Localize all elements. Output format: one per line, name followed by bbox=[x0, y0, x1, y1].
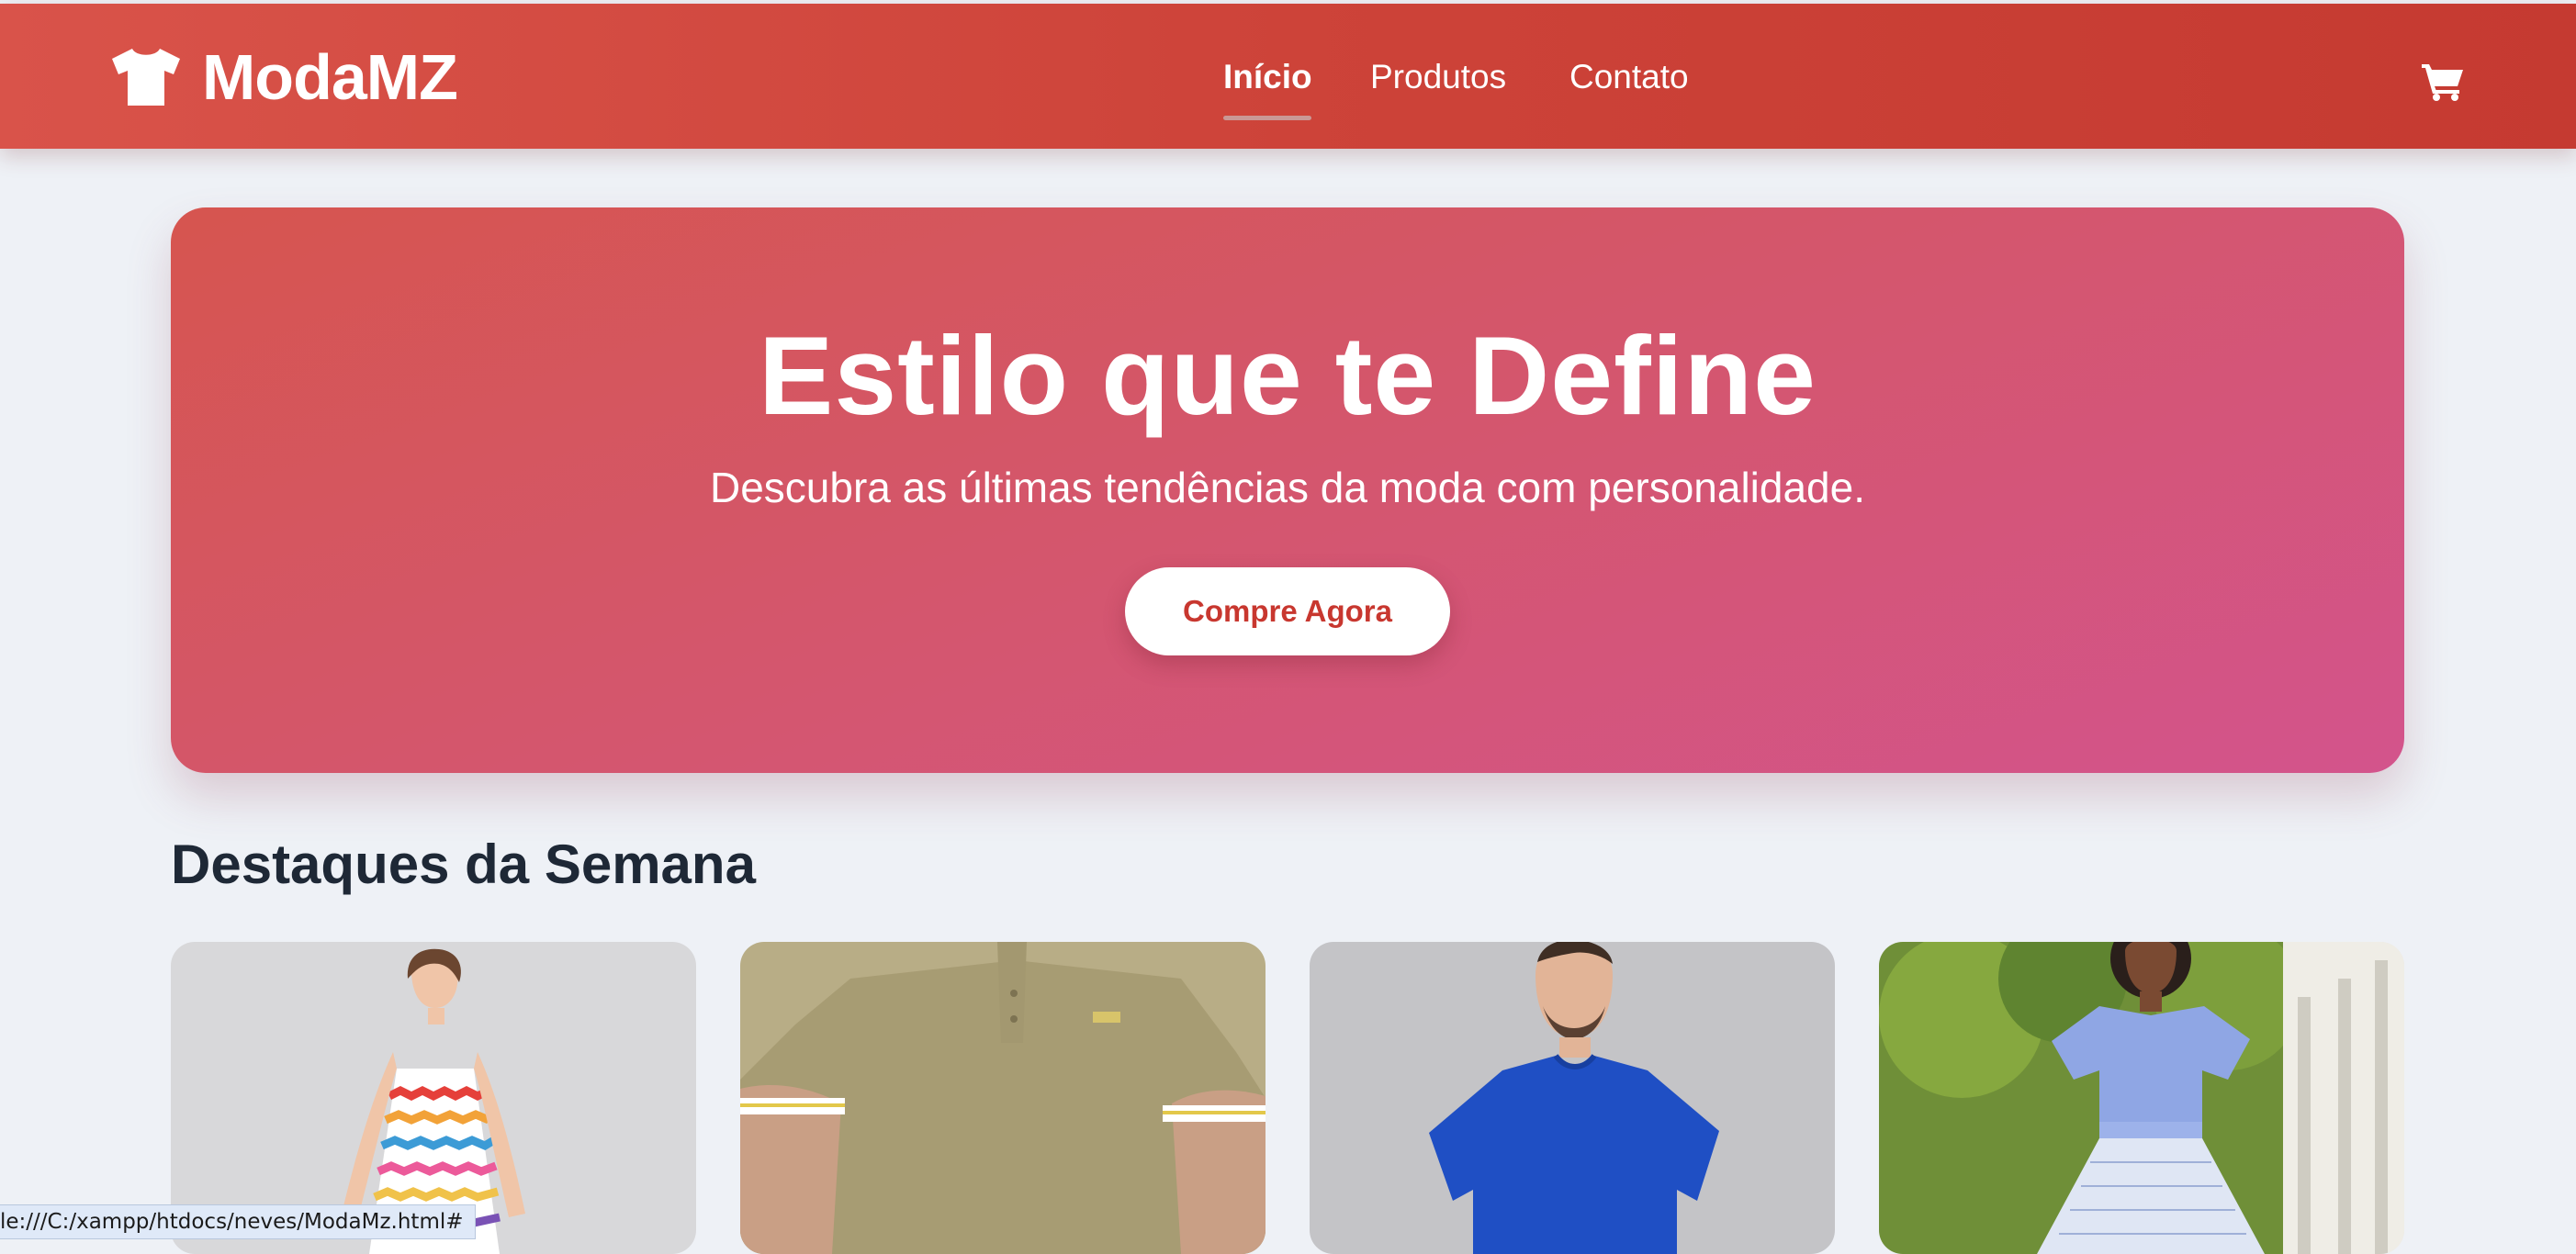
shop-now-button[interactable]: Compre Agora bbox=[1125, 567, 1450, 655]
tshirt-icon bbox=[110, 47, 182, 107]
nav-link-produtos[interactable]: Produtos bbox=[1370, 51, 1506, 103]
brand-name: ModaMZ bbox=[202, 41, 458, 113]
product-image bbox=[1310, 942, 1835, 1254]
nav-link-inicio[interactable]: Início bbox=[1223, 51, 1312, 103]
navbar: ModaMZ Início Produtos Contato bbox=[0, 4, 2576, 149]
shopping-cart-icon[interactable] bbox=[2421, 61, 2465, 101]
product-card[interactable] bbox=[740, 942, 1266, 1254]
brand-logo[interactable]: ModaMZ bbox=[110, 41, 458, 113]
product-image bbox=[740, 942, 1266, 1254]
featured-section-title: Destaques da Semana bbox=[171, 834, 756, 895]
hero-subtitle: Descubra as últimas tendências da moda c… bbox=[709, 464, 1866, 511]
active-nav-indicator bbox=[1223, 116, 1311, 120]
hero-title: Estilo que te Define bbox=[758, 313, 1817, 438]
browser-status-url: le:///C:/xampp/htdocs/neves/ModaMz.html# bbox=[0, 1204, 476, 1239]
product-card[interactable] bbox=[1879, 942, 2404, 1254]
product-image bbox=[1879, 942, 2404, 1254]
nav-link-contato[interactable]: Contato bbox=[1569, 51, 1689, 103]
hero-banner: Estilo que te Define Descubra as últimas… bbox=[171, 207, 2404, 773]
product-card[interactable] bbox=[1310, 942, 1835, 1254]
